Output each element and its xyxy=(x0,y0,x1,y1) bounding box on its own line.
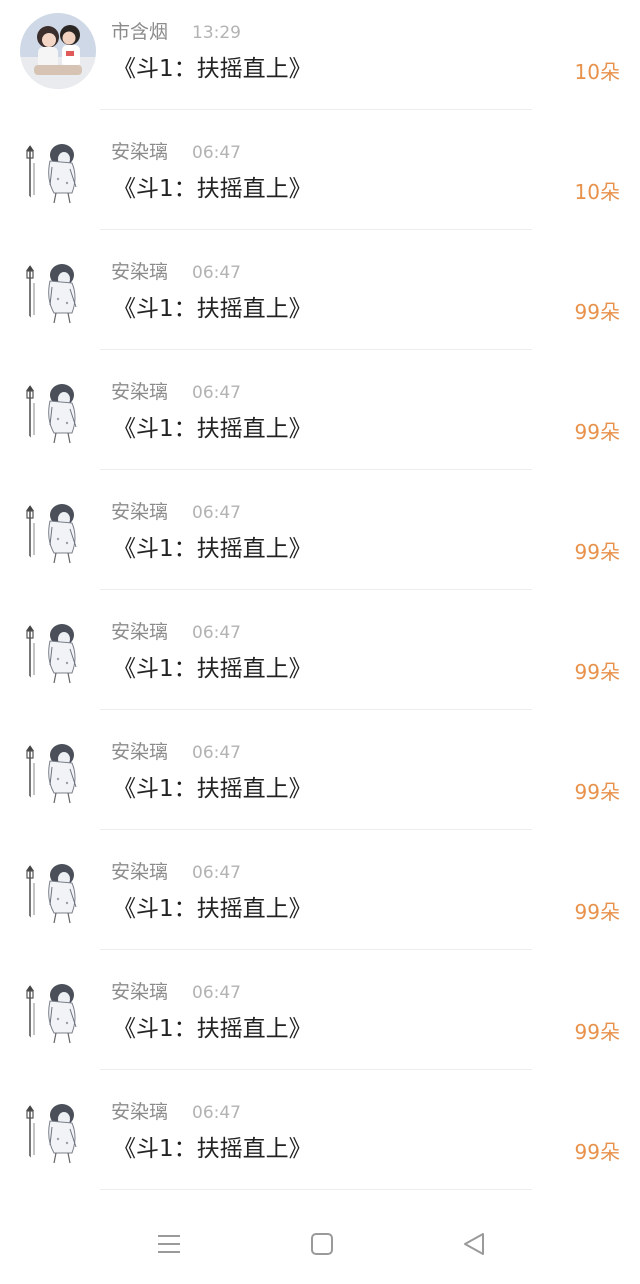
message-title: 《斗1：扶摇直上》 xyxy=(113,176,312,202)
timestamp: 06:47 xyxy=(192,383,241,403)
message-title: 《斗1：扶摇直上》 xyxy=(113,656,312,682)
message-title: 《斗1：扶摇直上》 xyxy=(113,1136,312,1162)
sender-name: 安染璃 xyxy=(111,501,169,523)
timestamp: 06:47 xyxy=(192,503,241,523)
sender-name: 安染璃 xyxy=(111,621,169,643)
timestamp: 06:47 xyxy=(192,863,241,883)
row-divider xyxy=(100,949,532,950)
gift-amount: 99朵 xyxy=(574,300,620,324)
message-row[interactable]: 市含烟 13:29 《斗1：扶摇直上》 10朵 xyxy=(0,0,640,120)
timestamp: 06:47 xyxy=(192,743,241,763)
gift-amount: 99朵 xyxy=(574,780,620,804)
row-divider xyxy=(100,829,532,830)
message-title: 《斗1：扶摇直上》 xyxy=(113,296,312,322)
row-divider xyxy=(100,469,532,470)
gift-amount: 10朵 xyxy=(574,180,620,204)
avatar[interactable] xyxy=(20,973,96,1049)
message-row[interactable]: 安染璃 06:47 《斗1：扶摇直上》 99朵 xyxy=(0,360,640,480)
avatar[interactable] xyxy=(20,613,96,689)
message-title: 《斗1：扶摇直上》 xyxy=(113,56,312,82)
message-title: 《斗1：扶摇直上》 xyxy=(113,1016,312,1042)
message-row[interactable]: 安染璃 06:47 《斗1：扶摇直上》 99朵 xyxy=(0,840,640,960)
avatar[interactable] xyxy=(20,373,96,449)
sender-name: 安染璃 xyxy=(111,741,169,763)
back-triangle-icon[interactable] xyxy=(460,1230,488,1258)
message-list: 市含烟 13:29 《斗1：扶摇直上》 10朵 安染璃 06:47 《斗1：扶摇直上》 10朵… xyxy=(0,0,640,1200)
gift-amount: 99朵 xyxy=(574,1140,620,1164)
message-row[interactable]: 安染璃 06:47 《斗1：扶摇直上》 99朵 xyxy=(0,960,640,1080)
message-row[interactable]: 安染璃 06:47 《斗1：扶摇直上》 99朵 xyxy=(0,240,640,360)
timestamp: 06:47 xyxy=(192,1103,241,1123)
gift-amount: 99朵 xyxy=(574,900,620,924)
message-title: 《斗1：扶摇直上》 xyxy=(113,896,312,922)
message-row[interactable]: 安染璃 06:47 《斗1：扶摇直上》 99朵 xyxy=(0,1080,640,1200)
system-nav-bar xyxy=(0,1200,640,1284)
avatar[interactable] xyxy=(20,1093,96,1169)
avatar[interactable] xyxy=(20,253,96,329)
row-divider xyxy=(100,1069,532,1070)
row-divider xyxy=(100,709,532,710)
timestamp: 06:47 xyxy=(192,983,241,1003)
gift-amount: 99朵 xyxy=(574,660,620,684)
timestamp: 13:29 xyxy=(192,23,241,43)
row-divider xyxy=(100,229,532,230)
avatar[interactable] xyxy=(20,13,96,89)
row-divider xyxy=(100,109,532,110)
gift-amount: 99朵 xyxy=(574,1020,620,1044)
message-title: 《斗1：扶摇直上》 xyxy=(113,536,312,562)
message-title: 《斗1：扶摇直上》 xyxy=(113,776,312,802)
message-row[interactable]: 安染璃 06:47 《斗1：扶摇直上》 99朵 xyxy=(0,480,640,600)
avatar[interactable] xyxy=(20,853,96,929)
avatar[interactable] xyxy=(20,493,96,569)
timestamp: 06:47 xyxy=(192,143,241,163)
avatar[interactable] xyxy=(20,133,96,209)
row-divider xyxy=(100,349,532,350)
row-divider xyxy=(100,1189,532,1190)
sender-name: 安染璃 xyxy=(111,981,169,1003)
gift-amount: 99朵 xyxy=(574,540,620,564)
sender-name: 安染璃 xyxy=(111,261,169,283)
message-row[interactable]: 安染璃 06:47 《斗1：扶摇直上》 10朵 xyxy=(0,120,640,240)
menu-icon[interactable] xyxy=(155,1230,183,1258)
gift-amount: 99朵 xyxy=(574,420,620,444)
message-row[interactable]: 安染璃 06:47 《斗1：扶摇直上》 99朵 xyxy=(0,720,640,840)
sender-name: 安染璃 xyxy=(111,861,169,883)
home-square-icon[interactable] xyxy=(308,1230,336,1258)
avatar[interactable] xyxy=(20,733,96,809)
sender-name: 安染璃 xyxy=(111,141,169,163)
sender-name: 安染璃 xyxy=(111,1101,169,1123)
timestamp: 06:47 xyxy=(192,263,241,283)
message-title: 《斗1：扶摇直上》 xyxy=(113,416,312,442)
message-row[interactable]: 安染璃 06:47 《斗1：扶摇直上》 99朵 xyxy=(0,600,640,720)
row-divider xyxy=(100,589,532,590)
gift-amount: 10朵 xyxy=(574,60,620,84)
sender-name: 安染璃 xyxy=(111,381,169,403)
sender-name: 市含烟 xyxy=(111,21,169,43)
timestamp: 06:47 xyxy=(192,623,241,643)
